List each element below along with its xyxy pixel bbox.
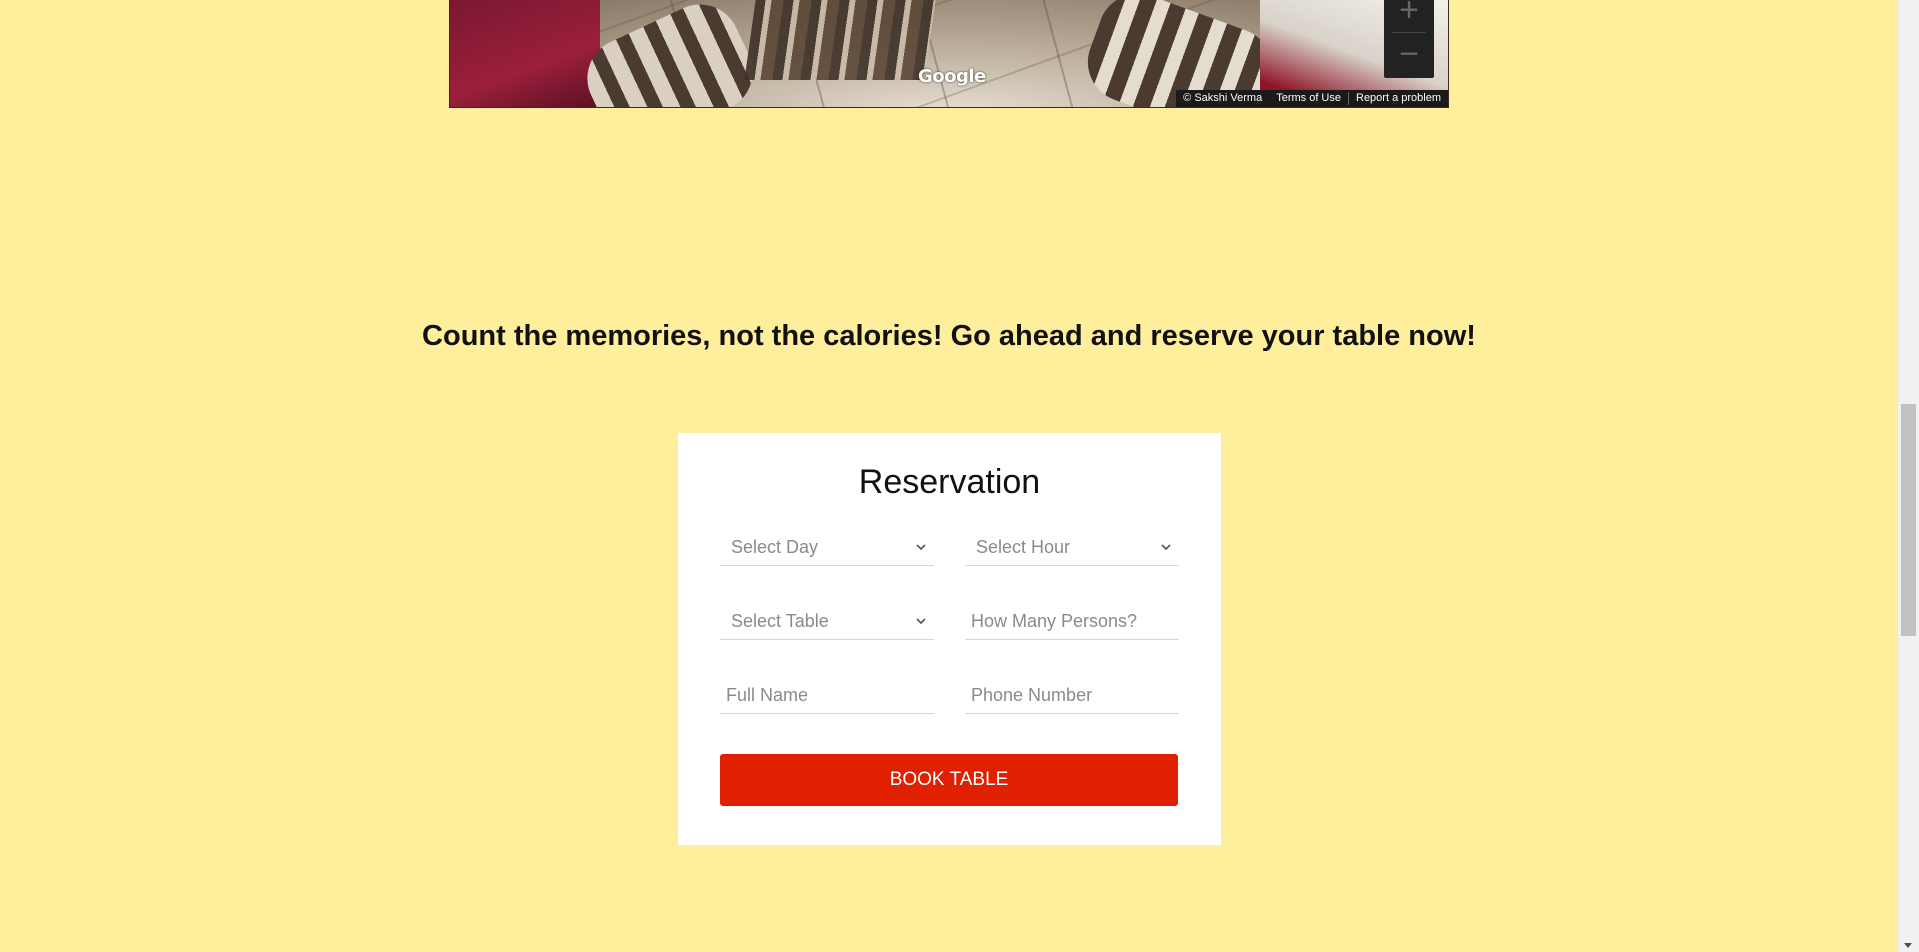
- phone-number-placeholder: Phone Number: [971, 685, 1093, 705]
- page: + − Google © Sakshi Verma Terms of Use R…: [0, 0, 1919, 952]
- select-day-dropdown[interactable]: Select Day: [720, 530, 934, 566]
- reservation-title: Reservation: [858, 463, 1041, 501]
- map-attribution-bar: © Sakshi Verma Terms of Use Report a pro…: [1176, 90, 1448, 107]
- zoom-control: + −: [1384, 0, 1434, 78]
- scrollbar[interactable]: [1898, 0, 1919, 952]
- select-table-dropdown[interactable]: Select Table: [720, 604, 934, 640]
- phone-number-input[interactable]: Phone Number: [965, 678, 1179, 714]
- photo-attribution: © Sakshi Verma: [1183, 92, 1263, 104]
- persons-input[interactable]: How Many Persons?: [965, 604, 1179, 640]
- full-name-placeholder: Full Name: [726, 685, 809, 705]
- report-problem-link[interactable]: Report a problem: [1349, 90, 1448, 107]
- zoom-in-button[interactable]: +: [1384, 0, 1434, 30]
- select-hour-dropdown[interactable]: Select Hour: [965, 530, 1179, 566]
- zoom-out-button[interactable]: −: [1384, 34, 1434, 74]
- reservation-headline: Count the memories, not the calories! Go…: [422, 320, 1476, 352]
- select-hour-label: Select Hour: [976, 537, 1071, 557]
- google-logo: Google: [918, 66, 986, 87]
- street-view-image: [744, 0, 936, 80]
- scrollbar-thumb[interactable]: [1901, 404, 1916, 636]
- street-view-image: [450, 0, 600, 107]
- persons-placeholder: How Many Persons?: [971, 611, 1138, 631]
- chevron-down-icon: [916, 544, 926, 551]
- select-day-label: Select Day: [731, 537, 819, 557]
- chevron-down-icon: [1161, 544, 1171, 551]
- street-view-embed[interactable]: + − Google © Sakshi Verma Terms of Use R…: [449, 0, 1449, 108]
- select-table-label: Select Table: [731, 611, 829, 631]
- reservation-card: Reservation Select Day Select Hour Selec…: [678, 433, 1221, 845]
- zoom-divider: [1392, 32, 1426, 33]
- book-table-button[interactable]: BOOK TABLE: [720, 754, 1178, 806]
- terms-link[interactable]: Terms of Use: [1269, 90, 1348, 107]
- scroll-down-arrow-icon[interactable]: [1904, 943, 1912, 948]
- full-name-input[interactable]: Full Name: [720, 678, 934, 714]
- chevron-down-icon: [916, 618, 926, 625]
